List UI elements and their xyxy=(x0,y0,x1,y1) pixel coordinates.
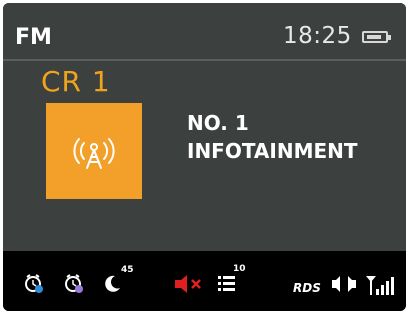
mute-icon xyxy=(175,275,201,293)
sleep-timer-icon xyxy=(105,275,120,292)
radio-text-line-1: NO. 1 xyxy=(187,111,249,135)
station-logo xyxy=(46,103,142,199)
header-bar: FM 18:25 xyxy=(3,3,406,55)
alarm-1-icon xyxy=(25,274,43,293)
status-bar: 45 10 RDS xyxy=(3,251,406,311)
header-divider xyxy=(3,59,406,61)
sleep-minutes: 45 xyxy=(121,265,134,275)
radio-display: FM 18:25 CR 1 NO. 1 INFOTAINMENT 45 10 R… xyxy=(3,3,406,311)
main-screen: FM 18:25 CR 1 NO. 1 INFOTAINMENT xyxy=(3,3,406,251)
signal-strength-icon xyxy=(366,276,394,295)
list-count: 10 xyxy=(233,264,246,274)
station-list-icon xyxy=(218,276,235,291)
radio-text: NO. 1 INFOTAINMENT xyxy=(187,109,358,165)
band-label: FM xyxy=(15,25,52,50)
rds-icon: RDS xyxy=(293,281,321,295)
battery-icon xyxy=(362,31,388,43)
clock: 18:25 xyxy=(283,23,352,49)
broadcast-tower-icon xyxy=(73,138,115,169)
station-name: CR 1 xyxy=(41,65,111,98)
alarm-2-icon xyxy=(65,274,83,293)
battery-tip xyxy=(388,35,391,40)
stereo-icon xyxy=(332,276,356,292)
radio-text-line-2: INFOTAINMENT xyxy=(187,139,358,163)
